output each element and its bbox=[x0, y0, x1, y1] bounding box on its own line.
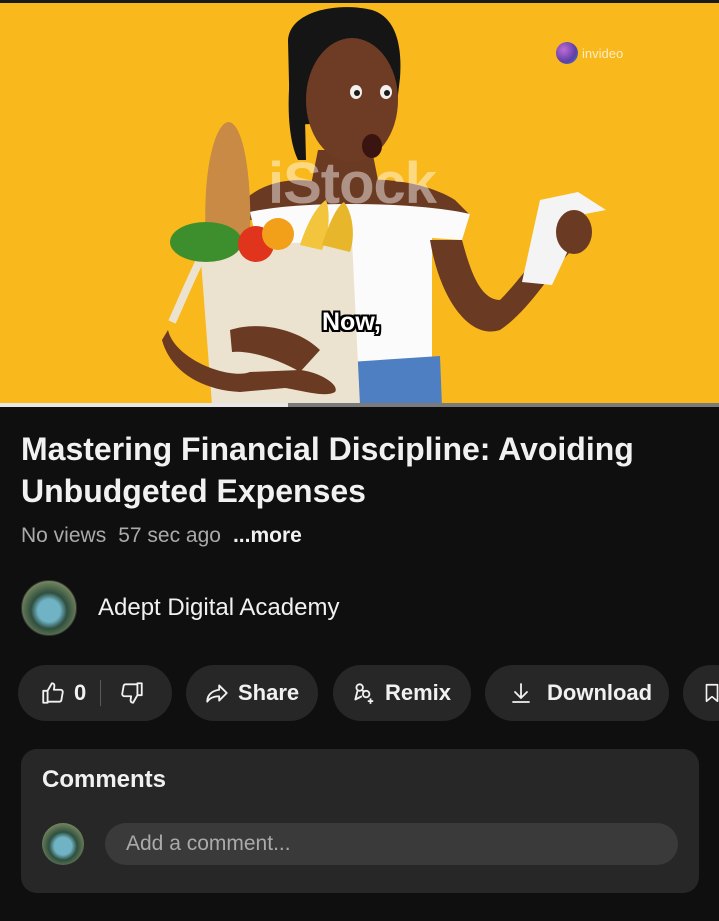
action-bar: 0 Share Remix Download bbox=[18, 665, 719, 721]
download-label: Download bbox=[547, 680, 653, 705]
like-dislike-button[interactable]: 0 bbox=[18, 665, 172, 721]
like-divider bbox=[100, 680, 102, 706]
user-avatar bbox=[42, 823, 84, 865]
video-metadata[interactable]: No views 57 sec ago ...more bbox=[21, 524, 302, 548]
share-label: Share bbox=[238, 680, 300, 705]
bookmark-icon bbox=[705, 683, 719, 703]
download-button[interactable]: Download bbox=[485, 665, 669, 721]
comments-title: Comments bbox=[42, 766, 167, 793]
channel-name[interactable]: Adept Digital Academy bbox=[98, 594, 339, 622]
share-button[interactable]: Share bbox=[186, 665, 318, 721]
share-arrow-icon bbox=[206, 684, 228, 703]
view-count: No views bbox=[21, 524, 107, 547]
channel-row[interactable]: Adept Digital Academy bbox=[21, 580, 339, 636]
save-button[interactable] bbox=[683, 665, 719, 721]
comment-input[interactable] bbox=[105, 823, 678, 865]
remix-button[interactable]: Remix bbox=[333, 665, 471, 721]
video-progress-fill bbox=[0, 403, 288, 407]
video-player[interactable]: iStock invideo Now, bbox=[0, 0, 719, 407]
invideo-watermark-text: invideo bbox=[582, 45, 624, 61]
video-title: Mastering Financial Discipline: Avoiding… bbox=[21, 431, 634, 509]
remix-label: Remix bbox=[385, 680, 452, 705]
download-icon bbox=[512, 683, 530, 703]
invideo-logo-icon bbox=[556, 42, 578, 64]
comments-panel[interactable]: Comments bbox=[21, 749, 699, 893]
thumbs-down-icon[interactable] bbox=[119, 680, 145, 706]
channel-avatar[interactable] bbox=[21, 580, 77, 636]
like-count: 0 bbox=[74, 680, 87, 705]
video-progress-bar[interactable] bbox=[0, 403, 719, 407]
thumbs-up-icon[interactable] bbox=[40, 680, 66, 706]
more-link[interactable]: ...more bbox=[233, 524, 302, 548]
invideo-watermark: invideo bbox=[556, 42, 623, 64]
remix-icon bbox=[354, 683, 374, 704]
upload-age: 57 sec ago bbox=[118, 524, 221, 547]
istock-watermark: iStock bbox=[268, 151, 437, 216]
video-caption: Now, bbox=[322, 308, 381, 336]
